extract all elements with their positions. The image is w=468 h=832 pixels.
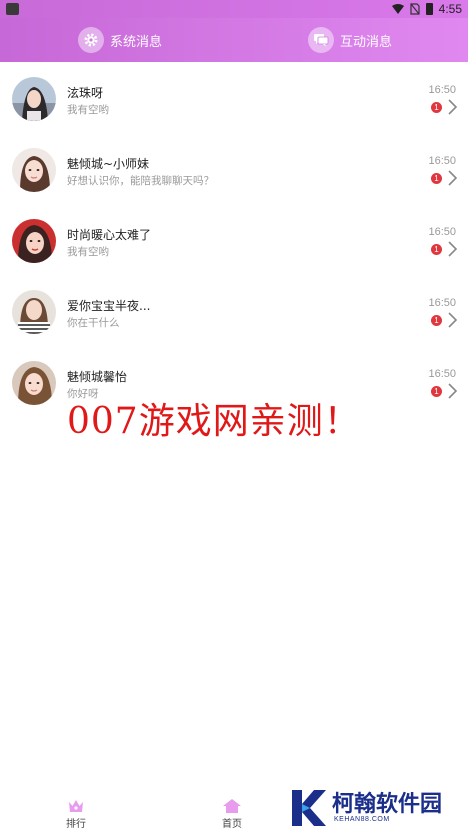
message-sender-name: 爱你宝宝半夜... (67, 299, 151, 313)
crown-icon (69, 800, 83, 812)
chevron-right-icon (448, 383, 458, 399)
chevron-right-icon (448, 312, 458, 328)
chevron-right-icon (448, 241, 458, 257)
nav-item-home[interactable]: 首页 (222, 798, 242, 830)
message-time: 16:50 (428, 297, 456, 309)
brand-watermark: 柯翰软件园 KEHAN88.COM (288, 786, 442, 830)
message-sender-name: 时尚暖心太难了 (67, 228, 152, 242)
message-preview: 我有空哟 (67, 104, 109, 116)
unread-badge: 1 (431, 386, 442, 397)
message-time: 16:50 (428, 226, 456, 238)
unread-badge: 1 (431, 102, 442, 113)
wifi-icon (391, 4, 404, 14)
message-sender-name: 泫珠呀 (67, 86, 104, 100)
unread-badge: 1 (431, 244, 442, 255)
chat-bubbles-icon (308, 27, 334, 53)
brand-watermark-title: 柯翰软件园 (332, 791, 443, 817)
avatar[interactable] (12, 361, 56, 405)
tab-system-messages[interactable]: 系统消息 (78, 26, 162, 54)
battery-icon (425, 3, 433, 15)
message-preview: 我有空哟 (67, 246, 109, 258)
message-time: 16:50 (428, 84, 456, 96)
unread-badge: 1 (431, 173, 442, 184)
status-time: 4:55 (438, 2, 462, 16)
tab-system-label: 系统消息 (110, 34, 163, 50)
message-time: 16:50 (428, 155, 456, 167)
avatar[interactable] (12, 219, 56, 263)
notification-icon (6, 3, 19, 15)
avatar[interactable] (12, 290, 56, 334)
chevron-right-icon (448, 99, 458, 115)
tab-interactive-messages[interactable]: 互动消息 (308, 26, 392, 54)
message-sender-name: 魅倾城馨怡 (67, 370, 128, 384)
message-sender-name: 魅倾城~小师妹 (67, 157, 150, 171)
nav-item-rank[interactable]: 排行 (66, 798, 86, 830)
brand-logo-k-icon (292, 790, 326, 826)
brand-watermark-url: KEHAN88.COM (334, 815, 390, 823)
avatar[interactable] (12, 77, 56, 121)
message-row[interactable]: 魅倾城~小师妹 好想认识你，能陪我聊聊天吗？ 16:50 1 (0, 133, 468, 204)
message-list: 泫珠呀 我有空哟 16:50 1 魅倾城~小师妹 好想认识你，能陪我聊聊天吗？ … (0, 62, 468, 417)
nav-home-label: 首页 (222, 819, 242, 830)
chevron-right-icon (448, 170, 458, 186)
message-preview: 你在干什么 (67, 317, 120, 329)
no-sim-icon (410, 3, 420, 15)
avatar[interactable] (12, 148, 56, 192)
nav-rank-label: 排行 (66, 819, 86, 830)
tab-interactive-label: 互动消息 (340, 34, 393, 50)
message-row[interactable]: 泫珠呀 我有空哟 16:50 1 (0, 62, 468, 133)
message-time: 16:50 (428, 368, 456, 380)
message-row[interactable]: 时尚暖心太难了 我有空哟 16:50 1 (0, 204, 468, 275)
message-preview: 好想认识你，能陪我聊聊天吗？ (67, 175, 214, 187)
status-right: 4:55 (391, 0, 462, 18)
unread-badge: 1 (431, 315, 442, 326)
overlay-watermark-text: 007游戏网亲测！ (67, 401, 361, 442)
gear-icon (78, 27, 104, 53)
message-row[interactable]: 爱你宝宝半夜... 你在干什么 16:50 1 (0, 275, 468, 346)
home-icon (223, 799, 241, 813)
status-bar: 4:55 (0, 0, 468, 18)
message-tab-bar: 系统消息 互动消息 (0, 18, 468, 62)
